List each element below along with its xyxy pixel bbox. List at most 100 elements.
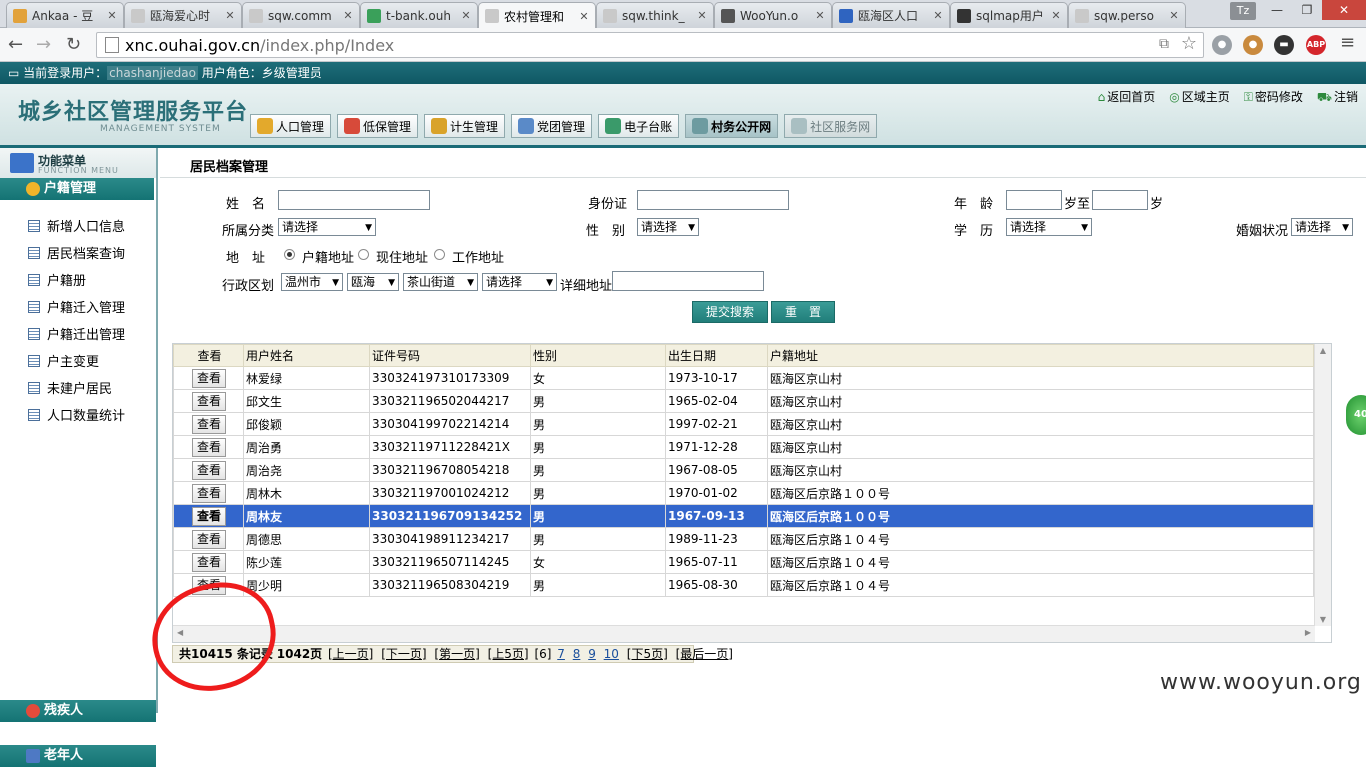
password-link[interactable]: ⚿ 密码修改 (1244, 88, 1303, 106)
page-link-7[interactable]: 7 (557, 647, 565, 661)
next5-link[interactable]: [下5页] (627, 647, 668, 661)
sidebar-item[interactable]: 户籍迁出管理 (0, 320, 156, 347)
vertical-scrollbar[interactable]: ▲ ▼ (1314, 344, 1331, 626)
table-row[interactable]: 查看 周治尧 330321196708054218 男 1967-08-05 瓯海区京山村 (173, 458, 1314, 482)
back-icon[interactable]: ← (8, 34, 23, 55)
last-page-link[interactable]: [最后一页] (676, 647, 733, 661)
browser-tab[interactable]: sqw.think_ ✕ (596, 2, 714, 28)
view-button[interactable]: 查看 (192, 506, 226, 526)
region-village-select[interactable]: 请选择 (482, 273, 557, 291)
section-elderly[interactable]: 老年人 (0, 745, 156, 767)
browser-tab[interactable]: 瓯海区人口 ✕ (832, 2, 950, 28)
prev5-link[interactable]: [上5页] (488, 647, 529, 661)
mask-icon[interactable]: ▬ (1274, 35, 1294, 55)
translate-icon[interactable]: ⧉ (1159, 36, 1169, 52)
module-village-affairs[interactable]: 村务公开网 (685, 114, 779, 138)
table-row[interactable]: 查看 邱文生 330321196502044217 男 1965-02-04 瓯海区京山村 (173, 389, 1314, 413)
next-page-link[interactable]: [下一页] (381, 647, 426, 661)
profile-badge[interactable]: Tz (1230, 2, 1256, 20)
table-row[interactable]: 查看 陈少莲 330321196507114245 女 1965-07-11 瓯海区后京路… (173, 550, 1314, 574)
logout-link[interactable]: ⛟ 注销 (1317, 88, 1358, 106)
view-button[interactable]: 查看 (192, 368, 226, 388)
bookmark-star-icon[interactable]: ☆ (1181, 33, 1197, 54)
age-to-input[interactable] (1092, 190, 1148, 210)
module-family-planning[interactable]: 计生管理 (424, 114, 506, 138)
sidebar-item[interactable]: 未建户居民 (0, 374, 156, 401)
module-ledger[interactable]: 电子台账 (598, 114, 680, 138)
sidebar-item[interactable]: 新增人口信息 (0, 212, 156, 239)
education-select[interactable]: 请选择 (1006, 218, 1092, 236)
radio-household-address[interactable] (284, 249, 295, 260)
id-input[interactable] (637, 190, 789, 210)
module-community-service[interactable]: 社区服务网 (784, 114, 878, 138)
table-row[interactable]: 查看 周德思 330304198911234217 男 1989-11-23 瓯海区后京路… (173, 527, 1314, 551)
browser-tab[interactable]: Ankaa - 豆 ✕ (6, 2, 124, 28)
tab-close-icon[interactable]: ✕ (813, 9, 827, 22)
table-row[interactable]: 查看 周治勇 33032119711228421X 男 1971-12-28 瓯海区京山村 (173, 435, 1314, 459)
browser-tab[interactable]: t-bank.ouh ✕ (360, 2, 478, 28)
browser-tab[interactable]: 瓯海爱心时 ✕ (124, 2, 242, 28)
table-row[interactable]: 查看 林爱绿 330324197310173309 女 1973-10-17 瓯海区京山村 (173, 366, 1314, 390)
browser-tab[interactable]: sqw.perso ✕ (1068, 2, 1186, 28)
sidebar-item[interactable]: 户主变更 (0, 347, 156, 374)
horizontal-scrollbar[interactable]: ◀ ▶ (173, 625, 1315, 642)
tab-close-icon[interactable]: ✕ (931, 9, 945, 22)
page-link-8[interactable]: 8 (573, 647, 581, 661)
tab-close-icon[interactable]: ✕ (1049, 9, 1063, 22)
gender-select[interactable]: 请选择 (637, 218, 699, 236)
table-row[interactable]: 查看 邱俊颖 330304199702214214 男 1997-02-21 瓯海区京山村 (173, 412, 1314, 436)
tab-close-icon[interactable]: ✕ (1167, 9, 1181, 22)
radio-work-address[interactable] (434, 249, 445, 260)
view-button[interactable]: 查看 (192, 552, 226, 572)
table-row[interactable]: 查看 周少明 330321196508304219 男 1965-08-30 瓯海区后京路… (173, 573, 1314, 597)
browser-tab[interactable]: sqlmap用户 ✕ (950, 2, 1068, 28)
page-link-10[interactable]: 10 (604, 647, 619, 661)
sidebar-item[interactable]: 户籍迁入管理 (0, 293, 156, 320)
region-district-select[interactable]: 瓯海 (347, 273, 399, 291)
submit-search-button[interactable]: 提交搜索 (692, 301, 768, 323)
region-city-select[interactable]: 温州市 (281, 273, 343, 291)
module-population[interactable]: 人口管理 (250, 114, 332, 138)
sidebar-item[interactable]: 人口数量统计 (0, 401, 156, 428)
tab-close-icon[interactable]: ✕ (223, 9, 237, 22)
sidebar-item[interactable]: 户籍册 (0, 266, 156, 293)
sidebar-item[interactable]: 居民档案查询 (0, 239, 156, 266)
radio-current-address[interactable] (358, 249, 369, 260)
tab-close-icon[interactable]: ✕ (341, 9, 355, 22)
reset-button[interactable]: 重 置 (771, 301, 835, 323)
module-welfare[interactable]: 低保管理 (337, 114, 419, 138)
browser-tab[interactable]: WooYun.o ✕ (714, 2, 832, 28)
view-button[interactable]: 查看 (192, 483, 226, 503)
extension-circle-icon[interactable]: ● (1212, 35, 1232, 55)
close-window-icon[interactable]: ✕ (1322, 0, 1366, 20)
view-button[interactable]: 查看 (192, 414, 226, 434)
region-street-select[interactable]: 茶山街道 (403, 273, 478, 291)
view-button[interactable]: 查看 (192, 391, 226, 411)
module-party[interactable]: 党团管理 (511, 114, 593, 138)
age-from-input[interactable] (1006, 190, 1062, 210)
cookie-icon[interactable]: ● (1243, 35, 1263, 55)
table-row[interactable]: 查看 周林友 330321196709134252 男 1967-09-13 瓯海区后京路… (173, 504, 1314, 528)
view-button[interactable]: 查看 (192, 529, 226, 549)
address-bar[interactable]: xnc.ouhai.gov.cn /index.php/Index ⧉ ☆ (96, 32, 1204, 58)
forward-icon[interactable]: → (36, 34, 51, 55)
home-link[interactable]: ⌂ 返回首页 (1098, 88, 1156, 106)
maximize-icon[interactable]: ❐ (1292, 0, 1322, 20)
table-row[interactable]: 查看 周林木 330321197001024212 男 1970-01-02 瓯海区后京路… (173, 481, 1314, 505)
adblock-icon[interactable]: ABP (1306, 35, 1326, 55)
browser-tab[interactable]: 农村管理和 ✕ (478, 2, 596, 29)
name-input[interactable] (278, 190, 430, 210)
region-home-link[interactable]: ◎ 区域主页 (1169, 88, 1230, 106)
minimize-icon[interactable]: — (1262, 0, 1292, 20)
tab-close-icon[interactable]: ✕ (105, 9, 119, 22)
browser-tab[interactable]: sqw.comm ✕ (242, 2, 360, 28)
page-link-9[interactable]: 9 (588, 647, 596, 661)
section-household[interactable]: 户籍管理 (0, 178, 154, 200)
menu-icon[interactable]: ≡ (1340, 32, 1355, 53)
view-button[interactable]: 查看 (192, 460, 226, 480)
reload-icon[interactable]: ↻ (66, 34, 81, 55)
view-button[interactable]: 查看 (192, 437, 226, 457)
floating-badge[interactable]: 40 (1346, 395, 1366, 435)
marital-select[interactable]: 请选择 (1291, 218, 1353, 236)
section-disabled[interactable]: 残疾人 (0, 700, 156, 722)
